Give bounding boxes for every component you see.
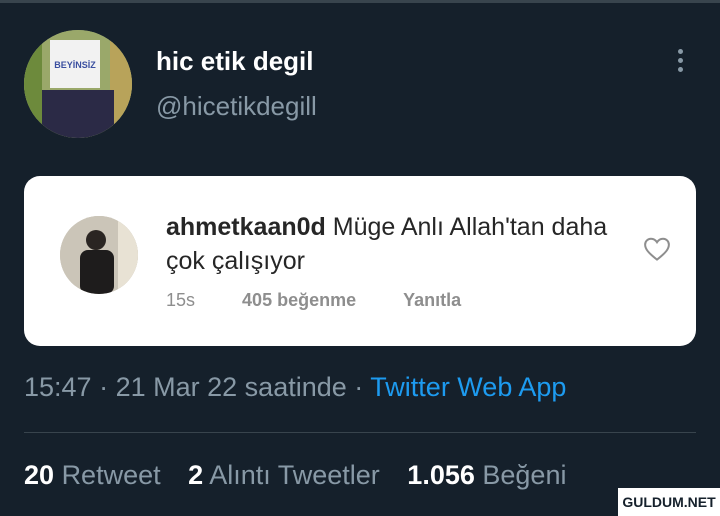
engagement-stats: 20 Retweet 2 Alıntı Tweetler 1.056 Beğen… bbox=[24, 460, 566, 491]
comment-age: 15s bbox=[166, 290, 196, 310]
quotes-label: Alıntı Tweetler bbox=[209, 460, 380, 490]
retweets-stat[interactable]: 20 Retweet bbox=[24, 460, 161, 490]
comment-username: ahmetkaan0d bbox=[166, 213, 326, 241]
tweet-time[interactable]: 15:47 bbox=[24, 372, 92, 402]
stats-divider bbox=[24, 432, 696, 433]
retweets-count: 20 bbox=[24, 460, 55, 490]
quotes-stat[interactable]: 2 Alıntı Tweetler bbox=[188, 460, 380, 490]
site-watermark: GULDUM.NET bbox=[618, 488, 720, 516]
likes-count: 1.056 bbox=[407, 460, 475, 490]
top-divider bbox=[0, 0, 720, 3]
heart-icon bbox=[644, 237, 670, 261]
author-avatar[interactable]: BEYİNSİZ bbox=[24, 30, 132, 138]
more-options-icon[interactable] bbox=[668, 46, 692, 78]
tweet-timestamp: 15:47 · 21 Mar 22 saatinde · Twitter Web… bbox=[24, 372, 566, 403]
comment-body: ahmetkaan0d Müge Anlı Allah'tan daha çok… bbox=[166, 210, 636, 278]
comment-likes: 405 beğenme bbox=[242, 290, 357, 310]
author-avatar-image: BEYİNSİZ bbox=[24, 30, 132, 138]
comment-meta: 15s 405 beğenme Yanıtla bbox=[166, 290, 503, 311]
author-handle[interactable]: @hicetikdegill bbox=[156, 91, 317, 122]
meta-separator-2: · bbox=[354, 372, 364, 402]
retweets-label: Retweet bbox=[61, 460, 161, 490]
avatar-sign-text: BEYİNSİZ bbox=[54, 60, 96, 70]
likes-stat[interactable]: 1.056 Beğeni bbox=[407, 460, 566, 490]
commenter-avatar bbox=[60, 216, 138, 294]
tweet-date[interactable]: 21 Mar 22 saatinde bbox=[116, 372, 347, 402]
quotes-count: 2 bbox=[188, 460, 204, 490]
source-app-link[interactable]: Twitter Web App bbox=[370, 372, 566, 402]
meta-separator: · bbox=[99, 372, 109, 402]
commenter-avatar-image bbox=[60, 216, 138, 294]
embedded-comment-screenshot[interactable]: ahmetkaan0d Müge Anlı Allah'tan daha çok… bbox=[24, 176, 696, 346]
comment-reply: Yanıtla bbox=[403, 290, 462, 310]
likes-label: Beğeni bbox=[482, 460, 567, 490]
author-display-name[interactable]: hic etik degil bbox=[156, 46, 314, 77]
